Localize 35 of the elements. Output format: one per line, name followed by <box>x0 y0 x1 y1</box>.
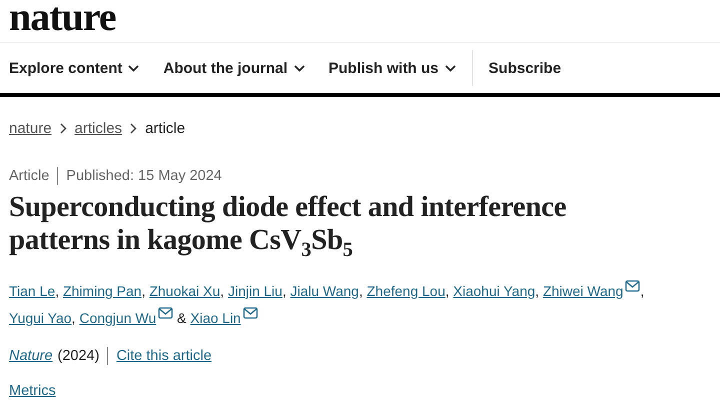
chevron-down-icon <box>128 64 140 72</box>
author-link[interactable]: Xiao Lin <box>190 304 258 328</box>
author-link[interactable]: Jinjin Liu <box>228 278 282 301</box>
mail-icon[interactable] <box>242 306 258 319</box>
author-list: Tian Le, Zhiming Pan, Zhuokai Xu, Jinjin Liu, Jialu Wang, Zhefeng Lou, Xiaohui Yang, Zhiwei Wang , Yugui Yao, Congjun Wu & Xiao Lin <box>9 276 711 331</box>
chevron-down-icon <box>294 64 305 72</box>
chevron-down-icon <box>444 64 456 72</box>
author-link[interactable]: Zhiming Pan <box>62 278 142 301</box>
chevron-right-icon <box>130 122 138 134</box>
author-link[interactable]: Yugui Yao <box>9 304 72 328</box>
mail-icon[interactable] <box>625 280 640 292</box>
nav-item[interactable]: Explore content <box>9 60 140 76</box>
nav-item[interactable]: About the journal <box>163 60 305 76</box>
author-link[interactable]: Xiaohui Yang <box>453 278 536 301</box>
metrics-link[interactable]: Metrics <box>9 382 56 399</box>
breadcrumb-current[interactable]: article <box>145 120 186 136</box>
nav-item[interactable]: Subscribe <box>472 50 562 86</box>
publish-date: Published: 15 May 2024 <box>66 168 222 184</box>
breadcrumb-link[interactable]: articles <box>74 120 122 136</box>
logo[interactable]: nature <box>0 0 720 42</box>
author-link[interactable]: Tian Le <box>9 278 56 301</box>
breadcrumb-link[interactable]: nature <box>9 120 52 136</box>
author-link[interactable]: Zhuokai Xu <box>149 278 220 301</box>
journal-link[interactable]: Nature <box>9 348 53 364</box>
chevron-right-icon <box>60 122 67 134</box>
nav-item[interactable]: Publish with us <box>328 60 456 76</box>
publication-year: (2024) <box>58 348 100 364</box>
cite-link[interactable]: Cite this article <box>116 348 212 364</box>
author-link[interactable]: Zhefeng Lou <box>366 278 446 301</box>
article-title: Superconducting diode effect and interference patterns in kagome CsV$_{3}$Sb$_{5}$ <box>9 191 568 263</box>
mail-icon[interactable] <box>158 306 174 319</box>
author-link[interactable]: Zhiwei Wang <box>542 276 640 301</box>
author-link[interactable]: Congjun Wu <box>79 304 174 328</box>
author-link[interactable]: Jialu Wang <box>290 278 359 301</box>
article-type: Article <box>9 168 50 184</box>
